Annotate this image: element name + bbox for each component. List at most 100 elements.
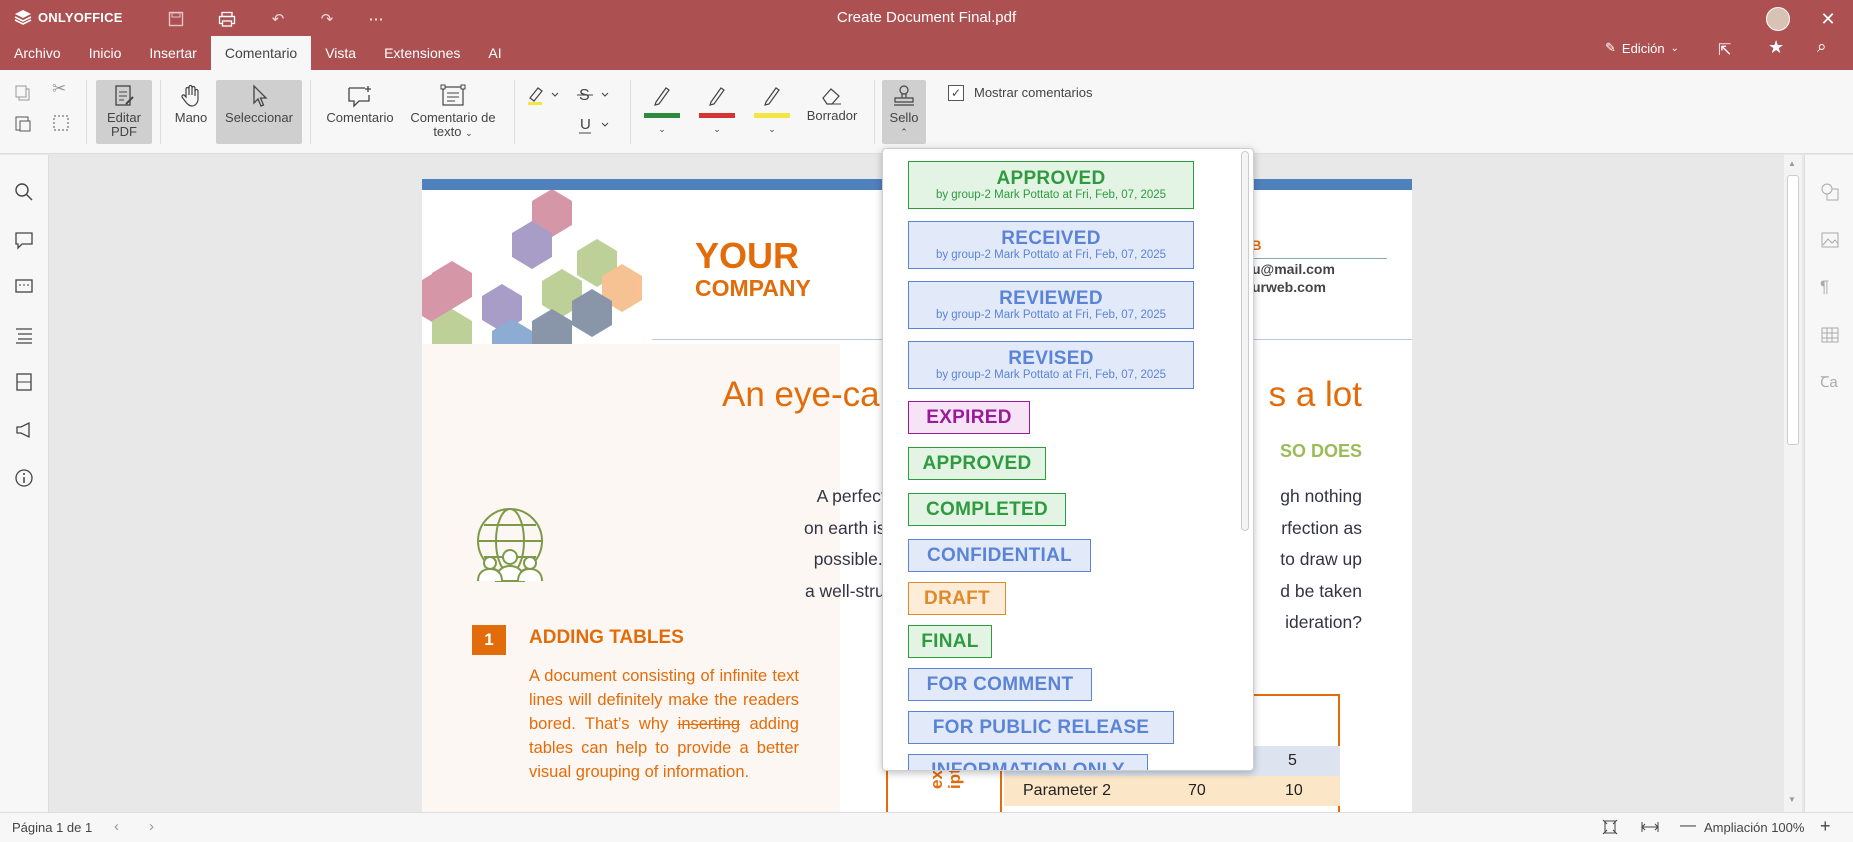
thumbnails-icon[interactable] bbox=[14, 372, 34, 392]
stamp-title: FINAL bbox=[921, 630, 979, 652]
user-avatar[interactable] bbox=[1766, 7, 1790, 31]
stamp-button[interactable]: Sello ⌃ bbox=[882, 80, 926, 144]
headings-icon[interactable] bbox=[14, 325, 34, 345]
stamp-title: RECEIVED bbox=[1001, 228, 1101, 249]
menu-comentario[interactable]: Comentario bbox=[210, 36, 312, 70]
select-tool-button[interactable]: Seleccionar bbox=[216, 80, 302, 144]
stamp-item-reviewed[interactable]: REVIEWED by group-2 Mark Pottato at Fri, … bbox=[908, 281, 1194, 329]
stamp-item-for-comment[interactable]: FOR COMMENT bbox=[908, 668, 1092, 701]
menu-insertar[interactable]: Insertar bbox=[135, 36, 210, 70]
chevron-down-icon: ⌄ bbox=[768, 124, 776, 134]
text-comment-button[interactable]: Comentario de texto ⌄ bbox=[403, 84, 503, 140]
chevron-down-icon: ⌄ bbox=[713, 124, 721, 134]
stamp-title: INFORMATION ONLY bbox=[931, 759, 1125, 771]
stamp-item-confidential[interactable]: CONFIDENTIAL bbox=[908, 539, 1091, 572]
prev-page-icon[interactable]: ‹ bbox=[114, 818, 119, 835]
open-location-icon[interactable]: ⇱ bbox=[1718, 40, 1731, 60]
paragraph-icon[interactable]: ¶ bbox=[1820, 277, 1840, 297]
status-bar: Página 1 de 1 ‹ › — Ampliación 100% + bbox=[0, 812, 1853, 842]
table-icon[interactable] bbox=[1820, 325, 1840, 345]
stamp-item-information-only[interactable]: INFORMATION ONLY bbox=[908, 754, 1148, 771]
highlight-tool-button[interactable] bbox=[526, 84, 562, 109]
dropdown-scrollbar[interactable] bbox=[1241, 151, 1249, 531]
ribbon-toolbar: ✂ Editar PDF Mano Seleccionar Comentario… bbox=[0, 70, 1853, 154]
stamp-item-completed[interactable]: COMPLETED bbox=[908, 493, 1066, 526]
comments-icon[interactable] bbox=[14, 230, 34, 250]
pen-red-button[interactable]: ⌄ bbox=[697, 84, 737, 136]
next-page-icon[interactable]: › bbox=[149, 818, 154, 835]
scroll-up-icon[interactable]: ▲ bbox=[1788, 159, 1796, 168]
stamp-item-expired[interactable]: EXPIRED bbox=[908, 401, 1030, 434]
scrollbar-thumb[interactable] bbox=[1787, 175, 1799, 445]
search-icon[interactable]: ⌕ bbox=[1817, 37, 1827, 57]
close-icon[interactable]: ✕ bbox=[1815, 6, 1841, 32]
table-cell: 10 bbox=[1285, 782, 1303, 799]
table-cell: 70 bbox=[1188, 782, 1206, 799]
edit-pdf-button[interactable]: Editar PDF bbox=[96, 80, 152, 144]
fit-width-icon[interactable] bbox=[1640, 819, 1660, 838]
zoom-out-icon[interactable]: — bbox=[1680, 817, 1696, 835]
cut-icon[interactable]: ✂ bbox=[52, 80, 66, 97]
text-comment-icon bbox=[440, 84, 466, 106]
add-comment-button[interactable]: Comentario bbox=[322, 84, 398, 125]
favorite-star-icon[interactable]: ★ bbox=[1768, 37, 1784, 58]
paste-icon[interactable] bbox=[14, 114, 32, 135]
text-art-icon[interactable]: Ꞇa bbox=[1820, 372, 1840, 392]
chevron-up-icon: ⌃ bbox=[900, 127, 908, 137]
stamp-item-for-public-release[interactable]: FOR PUBLIC RELEASE bbox=[908, 711, 1174, 744]
zoom-in-icon[interactable]: + bbox=[1820, 816, 1831, 837]
show-comments-checkbox[interactable]: ✓ Mostrar comentarios bbox=[948, 85, 1092, 101]
hand-tool-button[interactable]: Mano bbox=[169, 84, 213, 125]
document-title: Create Document Final.pdf bbox=[836, 9, 1017, 26]
image-icon[interactable] bbox=[1820, 230, 1840, 250]
strikeout-tool-button[interactable]: S bbox=[576, 84, 612, 109]
section-number-badge: 1 bbox=[472, 625, 506, 655]
contact-web: urweb.com bbox=[1252, 279, 1326, 295]
fit-page-icon[interactable] bbox=[1602, 819, 1618, 838]
eraser-button[interactable]: Borrador bbox=[800, 84, 864, 123]
chat-icon[interactable] bbox=[14, 277, 34, 297]
pen-green-button[interactable]: ⌄ bbox=[642, 84, 682, 136]
menu-archivo[interactable]: Archivo bbox=[0, 36, 75, 70]
info-icon[interactable] bbox=[14, 468, 34, 488]
edit-mode-button[interactable]: ✎ Edición ⌄ bbox=[1605, 40, 1679, 56]
pen-green-icon bbox=[654, 87, 670, 106]
stamp-item-final[interactable]: FINAL bbox=[908, 625, 992, 658]
stamp-title: COMPLETED bbox=[926, 498, 1048, 520]
search-icon[interactable] bbox=[14, 182, 34, 202]
body-line: gh nothing bbox=[1280, 486, 1362, 506]
stamp-item-received[interactable]: RECEIVED by group-2 Mark Pottato at Fri, … bbox=[908, 221, 1194, 269]
stamp-item-draft[interactable]: DRAFT bbox=[908, 582, 1006, 615]
body-text-right: gh nothing rfection as to draw up d be take… bbox=[1242, 481, 1362, 639]
headline-left: An eye-ca bbox=[722, 375, 880, 414]
cursor-arrow-icon bbox=[253, 84, 268, 107]
body-line: to draw up bbox=[1280, 549, 1362, 569]
feedback-megaphone-icon[interactable] bbox=[14, 420, 34, 440]
chevron-down-icon: ⌄ bbox=[658, 124, 666, 134]
menu-vista[interactable]: Vista bbox=[311, 36, 370, 70]
select-label: Seleccionar bbox=[225, 110, 293, 125]
svg-text:U: U bbox=[580, 116, 591, 133]
menu-ai[interactable]: AI bbox=[474, 36, 515, 70]
copy-icon[interactable] bbox=[14, 84, 32, 105]
right-sidebar: ¶ Ꞇa bbox=[1804, 155, 1853, 812]
stamp-title: FOR COMMENT bbox=[926, 673, 1074, 695]
stamp-item-revised[interactable]: REVISED by group-2 Mark Pottato at Fri, F… bbox=[908, 341, 1194, 389]
underline-tool-button[interactable]: U bbox=[576, 114, 612, 139]
menu-inicio[interactable]: Inicio bbox=[75, 36, 136, 70]
zoom-level: Ampliación 100% bbox=[1704, 820, 1805, 835]
eraser-icon bbox=[822, 88, 841, 105]
left-sidebar bbox=[0, 155, 49, 812]
shape-icon[interactable] bbox=[1820, 182, 1840, 202]
stamp-item-approved[interactable]: APPROVED by group-2 Mark Pottato at Fri, … bbox=[908, 161, 1194, 209]
pen-yellow-button[interactable]: ⌄ bbox=[752, 84, 792, 136]
underline-icon: U bbox=[579, 116, 609, 134]
select-all-icon[interactable] bbox=[52, 114, 70, 135]
globe-people-icon bbox=[477, 508, 543, 582]
menu-extensiones[interactable]: Extensiones bbox=[370, 36, 474, 70]
stamp-item-approved[interactable]: APPROVED bbox=[908, 447, 1046, 480]
stamp-label: Sello bbox=[889, 110, 919, 125]
scroll-down-icon[interactable]: ▼ bbox=[1788, 795, 1796, 804]
vertical-scrollbar[interactable]: ▲ ▼ bbox=[1784, 155, 1802, 812]
page-indicator: Página 1 de 1 bbox=[12, 820, 93, 835]
